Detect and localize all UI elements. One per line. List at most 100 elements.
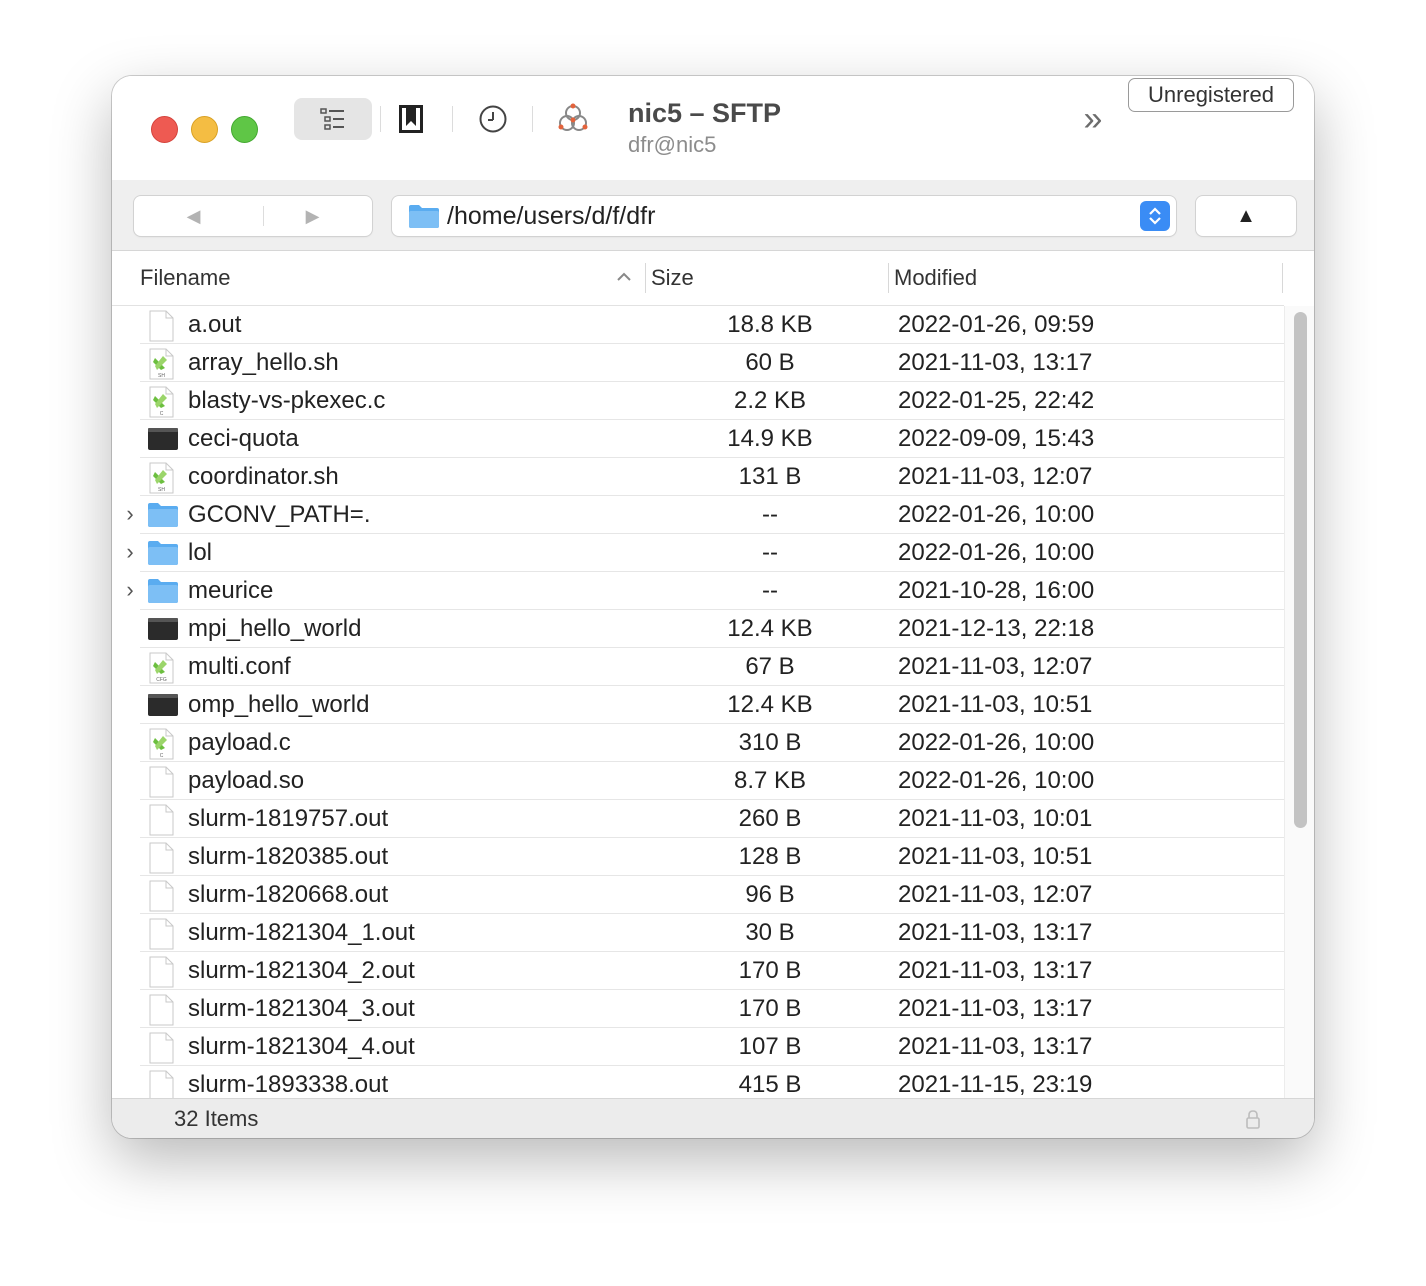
folder-row[interactable]: › meurice -- 2021-10-28, 16:00 xyxy=(126,572,1284,610)
file-row[interactable]: CFG multi.conf 67 B 2021-11-03, 12:07 xyxy=(140,648,1284,686)
file-row[interactable]: omp_hello_world 12.4 KB 2021-11-03, 10:51 xyxy=(140,686,1284,724)
bookmarks-button[interactable] xyxy=(390,98,432,140)
toolbar-separator xyxy=(532,106,533,132)
file-modified: 2021-11-03, 12:07 xyxy=(898,463,1093,490)
file-list: a.out 18.8 KB 2022-01-26, 09:59 SH array_hel… xyxy=(112,306,1284,1098)
file-size: 107 B xyxy=(738,1033,802,1060)
file-size: -- xyxy=(762,577,778,604)
file-size: 60 B xyxy=(745,349,795,376)
file-row[interactable]: SH coordinator.sh 131 B 2021-11-03, 12:07 xyxy=(140,458,1284,496)
outline-view-button[interactable] xyxy=(294,98,372,140)
modified-column-header[interactable]: Modified xyxy=(894,251,977,305)
path-dropdown-stepper[interactable] xyxy=(1140,201,1170,231)
svg-text:SH: SH xyxy=(158,373,165,379)
file-modified: 2021-11-15, 23:19 xyxy=(898,1071,1093,1098)
file-name: slurm-1821304_4.out xyxy=(188,1033,415,1060)
unregistered-button[interactable]: Unregistered xyxy=(1128,78,1294,112)
document-icon xyxy=(147,310,177,342)
file-name: mpi_hello_world xyxy=(188,615,362,642)
path-popup[interactable]: /home/users/d/f/dfr xyxy=(392,196,1176,236)
file-size: 415 B xyxy=(738,1071,802,1098)
lock-icon xyxy=(1246,1110,1260,1129)
file-row[interactable]: Cpayload.c 310 B 2022-01-26, 10:00 xyxy=(140,724,1284,762)
file-modified: 2021-10-28, 16:00 xyxy=(898,577,1095,604)
file-name: lol xyxy=(188,539,213,566)
open-connection-icon xyxy=(558,103,588,131)
toolbar-separator xyxy=(380,106,381,132)
close-window-button[interactable] xyxy=(151,116,178,143)
file-modified: 2021-12-13, 22:18 xyxy=(898,615,1095,642)
history-button[interactable] xyxy=(470,98,516,140)
file-row[interactable]: mpi_hello_world 12.4 KB 2021-12-13, 22:18 xyxy=(140,610,1284,648)
minimize-window-button[interactable] xyxy=(191,116,218,143)
filename-column-header[interactable]: Filename xyxy=(140,251,230,305)
file-name: slurm-1821304_3.out xyxy=(188,995,415,1022)
file-size: 310 B xyxy=(738,729,802,756)
file-modified: 2021-11-03, 13:17 xyxy=(898,1033,1093,1060)
document-icon xyxy=(147,842,177,874)
document-icon xyxy=(147,994,177,1026)
file-size: -- xyxy=(762,501,778,528)
file-modified: 2021-11-03, 13:17 xyxy=(898,957,1093,984)
size-column-header[interactable]: Size xyxy=(651,251,694,305)
file-row[interactable]: slurm-1820385.out 128 B 2021-11-03, 10:51 xyxy=(140,838,1284,876)
vertical-scrollbar[interactable] xyxy=(1284,306,1314,1098)
titlebar: nic5 – SFTP dfr@nic5 » Unregistered xyxy=(112,76,1314,180)
file-size: 14.9 KB xyxy=(727,425,813,452)
folder-icon xyxy=(147,576,178,606)
file-row[interactable]: ceci-quota 14.9 KB 2022-09-09, 15:43 xyxy=(140,420,1284,458)
scrollbar-thumb[interactable] xyxy=(1294,312,1307,828)
script-file-icon: C xyxy=(147,386,177,418)
file-name: coordinator.sh xyxy=(188,463,339,490)
file-row[interactable]: slurm-1821304_4.out 107 B 2021-11-03, 13:1… xyxy=(140,1028,1284,1066)
executable-icon xyxy=(147,424,178,454)
svg-text:SH: SH xyxy=(158,487,165,493)
file-size: 131 B xyxy=(738,463,802,490)
toolbar-separator xyxy=(452,106,453,132)
file-size: 260 B xyxy=(738,805,802,832)
column-separator[interactable] xyxy=(1282,263,1283,293)
document-icon xyxy=(147,1032,177,1064)
file-row[interactable]: Cblasty-vs-pkexec.c 2.2 KB 2022-01-25, 22:… xyxy=(140,382,1284,420)
svg-text:C: C xyxy=(160,753,164,759)
sort-ascending-icon xyxy=(617,272,631,281)
file-name: ceci-quota xyxy=(188,425,299,452)
disclosure-triangle-icon[interactable]: › xyxy=(122,534,138,571)
file-modified: 2022-01-26, 10:00 xyxy=(898,501,1095,528)
window-subtitle: dfr@nic5 xyxy=(628,132,717,157)
file-modified: 2021-11-03, 12:07 xyxy=(898,881,1093,908)
file-name: multi.conf xyxy=(188,653,291,680)
parent-directory-button[interactable]: ▲ xyxy=(1196,196,1296,236)
disclosure-triangle-icon[interactable]: › xyxy=(122,496,138,533)
folder-row[interactable]: › GCONV_PATH=. -- 2022-01-26, 10:00 xyxy=(126,496,1284,534)
zoom-window-button[interactable] xyxy=(231,116,258,143)
document-icon xyxy=(147,956,177,988)
file-size: 96 B xyxy=(745,881,795,908)
file-size: 18.8 KB xyxy=(727,311,813,338)
more-toolbar-items-button[interactable]: » xyxy=(1070,100,1110,140)
file-row[interactable]: payload.so 8.7 KB 2022-01-26, 10:00 xyxy=(140,762,1284,800)
file-row[interactable]: a.out 18.8 KB 2022-01-26, 09:59 xyxy=(140,306,1284,344)
forward-button[interactable]: ▶ xyxy=(253,196,372,236)
file-modified: 2021-11-03, 10:01 xyxy=(898,805,1093,832)
file-size: 30 B xyxy=(745,919,795,946)
file-row[interactable]: slurm-1820668.out 96 B 2021-11-03, 12:07 xyxy=(140,876,1284,914)
file-modified: 2022-01-26, 09:59 xyxy=(898,311,1095,338)
document-icon xyxy=(147,804,177,836)
file-row[interactable]: slurm-1819757.out 260 B 2021-11-03, 10:01 xyxy=(140,800,1284,838)
navigation-bar: ◀ ▶ /home/users/d/f/dfr ▲ xyxy=(112,180,1314,251)
file-row[interactable]: SH array_hello.sh 60 B 2021-11-03, 13:17 xyxy=(140,344,1284,382)
document-icon xyxy=(147,918,177,950)
column-separator[interactable] xyxy=(888,263,889,293)
file-row[interactable]: slurm-1821304_2.out 170 B 2021-11-03, 13:1… xyxy=(140,952,1284,990)
file-row[interactable]: slurm-1893338.out 415 B 2021-11-15, 23:19 xyxy=(140,1066,1284,1098)
executable-icon xyxy=(147,690,178,720)
open-connection-button[interactable] xyxy=(550,98,596,140)
column-separator[interactable] xyxy=(645,263,646,293)
back-button[interactable]: ◀ xyxy=(134,196,253,236)
document-icon xyxy=(147,1070,177,1098)
disclosure-triangle-icon[interactable]: › xyxy=(122,572,138,609)
file-row[interactable]: slurm-1821304_1.out 30 B 2021-11-03, 13:17 xyxy=(140,914,1284,952)
file-row[interactable]: slurm-1821304_3.out 170 B 2021-11-03, 13:1… xyxy=(140,990,1284,1028)
folder-row[interactable]: › lol -- 2022-01-26, 10:00 xyxy=(126,534,1284,572)
